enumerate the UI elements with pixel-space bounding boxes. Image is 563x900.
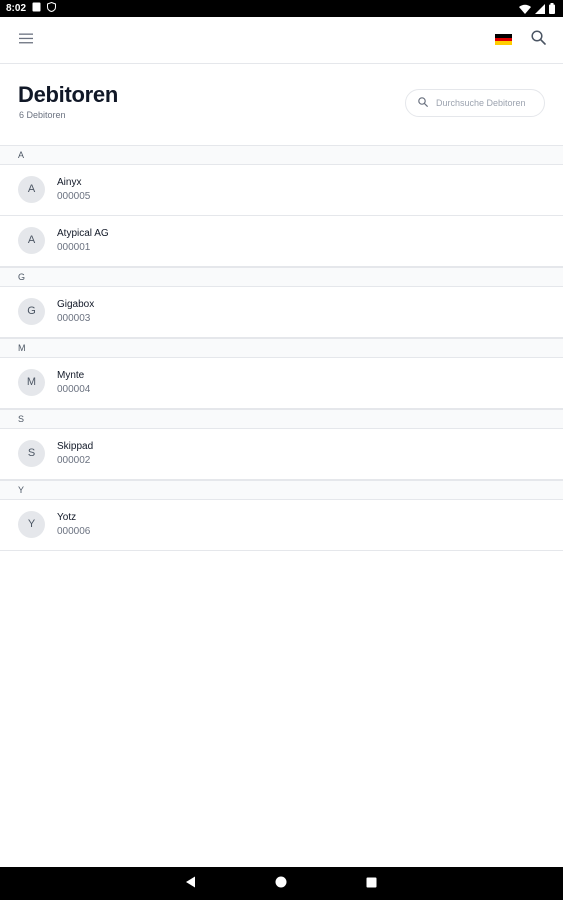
- recents-square-icon: [366, 875, 377, 893]
- page-title: Debitoren: [18, 82, 118, 107]
- battery-icon: [549, 3, 555, 17]
- debitor-number: 000004: [57, 384, 91, 395]
- section-header-y: Y: [0, 480, 563, 500]
- debitor-search-field[interactable]: [405, 89, 545, 117]
- language-flag-button[interactable]: [495, 34, 512, 46]
- debitor-number: 000005: [57, 191, 91, 202]
- debitor-name: Skippad: [57, 441, 94, 452]
- debitor-name: Atypical AG: [57, 228, 109, 239]
- search-icon: [418, 94, 428, 112]
- avatar: Y: [18, 511, 45, 538]
- avatar: M: [18, 369, 45, 396]
- avatar: A: [18, 176, 45, 203]
- debitor-row[interactable]: S Skippad 000002: [0, 429, 563, 480]
- recents-button[interactable]: [362, 875, 380, 893]
- debitor-count: 6 Debitoren: [19, 110, 66, 120]
- debitor-name: Mynte: [57, 370, 85, 381]
- section-header-s: S: [0, 409, 563, 429]
- debitor-row[interactable]: G Gigabox 000003: [0, 287, 563, 338]
- menu-button[interactable]: [14, 28, 38, 52]
- debitor-name: Yotz: [57, 512, 77, 523]
- home-circle-icon: [275, 875, 287, 893]
- app-bar: [0, 17, 563, 64]
- avatar: S: [18, 440, 45, 467]
- debitor-row[interactable]: M Mynte 000004: [0, 358, 563, 409]
- debitor-search-input[interactable]: [436, 98, 536, 108]
- debitor-row[interactable]: A Atypical AG 000001: [0, 216, 563, 267]
- section-header-a: A: [0, 145, 563, 165]
- page-header: Debitoren 6 Debitoren: [0, 63, 563, 145]
- debitor-row[interactable]: A Ainyx 000005: [0, 165, 563, 216]
- signal-icon: [535, 3, 545, 17]
- section-header-g: G: [0, 267, 563, 287]
- debitor-number: 000003: [57, 313, 91, 324]
- debitor-number: 000006: [57, 526, 91, 537]
- navigation-bar: [0, 867, 563, 900]
- avatar: G: [18, 298, 45, 325]
- avatar: A: [18, 227, 45, 254]
- shield-icon: [47, 1, 57, 15]
- home-button[interactable]: [272, 875, 290, 893]
- search-icon: [530, 30, 546, 50]
- debitor-number: 000002: [57, 455, 91, 466]
- status-time: 8:02: [6, 3, 27, 14]
- status-bar: 8:02: [0, 0, 563, 17]
- notification-icon: [32, 2, 41, 15]
- section-header-m: M: [0, 338, 563, 358]
- debitor-name: Gigabox: [57, 299, 95, 310]
- debitor-name: Ainyx: [57, 177, 82, 188]
- debitor-number: 000001: [57, 242, 91, 253]
- back-triangle-icon: [185, 875, 197, 893]
- hamburger-menu-icon: [19, 31, 33, 49]
- wifi-icon: [519, 4, 531, 17]
- search-button[interactable]: [526, 28, 550, 52]
- debitor-list: A A Ainyx 000005 A Atypical AG 000001 G …: [0, 145, 563, 551]
- back-button[interactable]: [182, 875, 200, 893]
- debitor-row[interactable]: Y Yotz 000006: [0, 500, 563, 551]
